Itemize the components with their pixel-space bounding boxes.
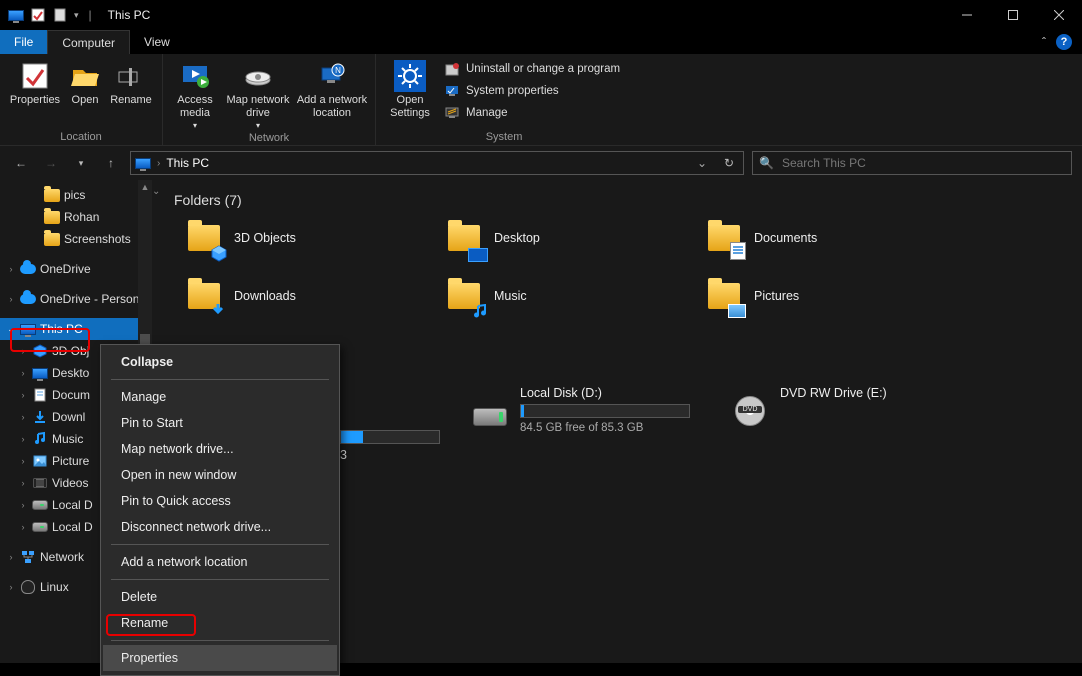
tree-screenshots[interactable]: Screenshots	[0, 228, 152, 250]
folder-desktop[interactable]: Desktop	[444, 218, 694, 258]
menu-bar: File Computer View ˆ ?	[0, 30, 1082, 54]
folders-grid: 3D Objects Desktop Documents Downloads M…	[170, 218, 1082, 316]
up-button[interactable]: ↑	[100, 152, 122, 174]
folder-music[interactable]: Music	[444, 276, 694, 316]
ctx-manage[interactable]: Manage	[103, 384, 337, 410]
drive-c-bar-partial	[340, 430, 440, 444]
search-placeholder: Search This PC	[782, 156, 866, 170]
tree-pics[interactable]: pics	[0, 184, 152, 206]
ctx-properties[interactable]: Properties	[103, 645, 337, 671]
ctx-disconnect[interactable]: Disconnect network drive...	[103, 514, 337, 540]
system-props-button[interactable]: System properties	[438, 80, 626, 102]
tab-view[interactable]: View	[130, 30, 184, 54]
ctx-map-drive[interactable]: Map network drive...	[103, 436, 337, 462]
folder-downloads[interactable]: Downloads	[184, 276, 434, 316]
system-props-icon	[444, 83, 460, 99]
hdd-icon	[470, 386, 510, 426]
maximize-button[interactable]	[990, 0, 1036, 30]
tree-rohan[interactable]: Rohan	[0, 206, 152, 228]
svg-text:N: N	[335, 66, 341, 75]
title-bar: ▾ | This PC	[0, 0, 1082, 30]
drive-c-free-partial: 3	[340, 448, 347, 462]
ctx-pin-qa[interactable]: Pin to Quick access	[103, 488, 337, 514]
manage-button[interactable]: Manage	[438, 102, 626, 124]
manage-icon	[444, 105, 460, 121]
search-icon: 🔍	[759, 156, 774, 170]
search-input[interactable]: 🔍 Search This PC	[752, 151, 1072, 175]
section-collapse-icon[interactable]: ⌄	[152, 186, 160, 197]
qat-dropdown-icon[interactable]: ▾	[74, 10, 79, 21]
map-drive-button[interactable]: Map network drive▾	[221, 56, 295, 130]
context-menu: Collapse Manage Pin to Start Map network…	[100, 344, 340, 676]
address-bar[interactable]: › This PC ⌄ ↻	[130, 151, 744, 175]
folder-pictures[interactable]: Pictures	[704, 276, 954, 316]
address-icon	[135, 158, 151, 169]
ribbon-group-system: Open Settings Uninstall or change a prog…	[376, 54, 632, 145]
scroll-up-icon[interactable]: ▲	[138, 180, 152, 194]
ctx-pin-start[interactable]: Pin to Start	[103, 410, 337, 436]
divider: |	[89, 8, 92, 22]
chevron-right-icon[interactable]: ›	[157, 158, 160, 169]
ctx-collapse[interactable]: Collapse	[103, 349, 337, 375]
nav-bar: ← → ▾ ↑ › This PC ⌄ ↻ 🔍 Search This PC	[0, 146, 1082, 180]
window-title: This PC	[108, 8, 151, 22]
ribbon-group-location: Properties Open Rename Location	[0, 54, 163, 145]
tree-this-pc[interactable]: ⌄This PC	[0, 318, 152, 340]
ribbon: Properties Open Rename Location Access m…	[0, 54, 1082, 146]
ribbon-group-network: Access media▾ Map network drive▾ N Add a…	[163, 54, 376, 145]
drive-d[interactable]: Local Disk (D:) 84.5 GB free of 85.3 GB	[470, 386, 690, 434]
add-location-icon: N	[316, 60, 348, 92]
drive-e[interactable]: DVD DVD RW Drive (E:)	[730, 386, 887, 434]
rename-icon	[115, 60, 147, 92]
refresh-button[interactable]: ↻	[719, 156, 739, 170]
ctx-add-loc[interactable]: Add a network location	[103, 549, 337, 575]
settings-icon	[394, 60, 426, 92]
folders-header[interactable]: Folders (7)	[170, 188, 1082, 218]
folder-documents[interactable]: Documents	[704, 218, 954, 258]
tab-file[interactable]: File	[0, 30, 47, 54]
ctx-rename[interactable]: Rename	[103, 610, 337, 636]
forward-button[interactable]: →	[40, 152, 62, 174]
address-text[interactable]: This PC	[166, 156, 209, 170]
open-icon	[69, 60, 101, 92]
folder-3d-objects[interactable]: 3D Objects	[184, 218, 434, 258]
close-button[interactable]	[1036, 0, 1082, 30]
tab-computer[interactable]: Computer	[47, 30, 130, 54]
help-icon[interactable]: ?	[1056, 34, 1072, 50]
properties-button[interactable]: Properties	[6, 56, 64, 107]
add-location-button[interactable]: N Add a network location	[295, 56, 369, 119]
properties-icon	[19, 60, 51, 92]
back-button[interactable]: ←	[10, 152, 32, 174]
access-media-button[interactable]: Access media▾	[169, 56, 221, 130]
app-icon	[8, 7, 24, 23]
uninstall-icon	[444, 61, 460, 77]
rename-button[interactable]: Rename	[106, 56, 156, 107]
minimize-button[interactable]	[944, 0, 990, 30]
open-settings-button[interactable]: Open Settings	[382, 56, 438, 119]
ribbon-collapse-icon[interactable]: ˆ	[1042, 35, 1046, 49]
qat-properties-icon[interactable]	[30, 7, 46, 23]
drive-d-bar	[520, 404, 690, 418]
media-icon	[179, 60, 211, 92]
qat-new-icon[interactable]	[52, 7, 68, 23]
tree-onedrive[interactable]: ›OneDrive	[0, 258, 152, 280]
open-button[interactable]: Open	[64, 56, 106, 107]
recent-dropdown[interactable]: ▾	[70, 152, 92, 174]
ctx-delete[interactable]: Delete	[103, 584, 337, 610]
uninstall-button[interactable]: Uninstall or change a program	[438, 58, 626, 80]
dvd-icon: DVD	[730, 386, 770, 426]
address-dropdown-icon[interactable]: ⌄	[691, 156, 713, 170]
ctx-open-new[interactable]: Open in new window	[103, 462, 337, 488]
map-drive-icon	[242, 60, 274, 92]
tree-onedrive-personal[interactable]: ›OneDrive - Person	[0, 288, 152, 310]
